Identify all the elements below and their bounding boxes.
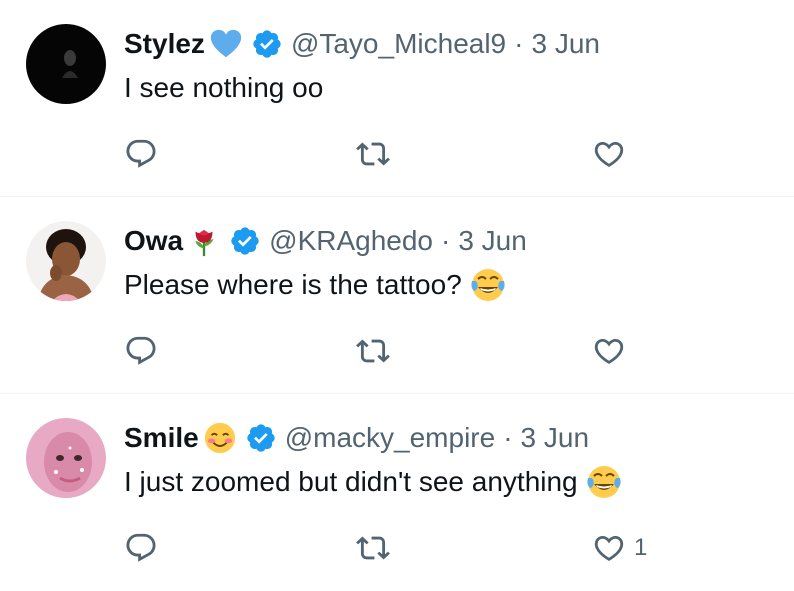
user-handle[interactable]: @KRAghedo [269,221,433,261]
reply-feed: Stylez @Tayo_Micheal9 · 3 Jun I see noth… [0,0,794,591]
user-handle[interactable]: @Tayo_Micheal9 [291,24,506,64]
reply-icon [126,533,156,562]
retweet-button[interactable] [356,134,390,174]
reply-button[interactable] [124,134,158,174]
tweet-header: Stylez @Tayo_Micheal9 · 3 Jun [124,24,600,64]
tweet-text-content: I see nothing oo [124,72,324,103]
tweet-actions [124,331,644,371]
heart-icon [594,338,624,364]
tweet[interactable]: Owa @KRAghedo · 3 Jun Please where is th… [0,197,794,394]
tweet-header: Owa @KRAghedo · 3 Jun [124,221,527,261]
separator-dot: · [503,422,513,453]
tweet[interactable]: Smile @macky_empire · 3 Jun I just zoome… [0,394,794,591]
tweet-text-content: Please where is the tattoo? [124,269,462,300]
rose-icon [187,224,221,258]
retweet-icon [356,339,390,363]
avatar[interactable] [26,24,106,104]
tweet-actions [124,134,644,174]
like-button[interactable] [592,331,634,371]
verified-badge-icon[interactable] [251,28,283,60]
tweet[interactable]: Stylez @Tayo_Micheal9 · 3 Jun I see noth… [0,0,794,197]
tweet-text: I just zoomed but didn't see anything [124,462,622,502]
tweet-header: Smile @macky_empire · 3 Jun [124,418,589,458]
reply-button[interactable] [124,331,158,371]
timestamp[interactable]: 3 Jun [531,24,600,64]
avatar[interactable] [26,418,106,498]
smiling-face-icon [203,421,237,455]
tweet-text: I see nothing oo [124,68,323,108]
avatar-image [26,24,106,104]
separator-dot: · [514,28,524,59]
separator-dot: · [441,225,451,256]
display-name[interactable]: Smile [124,418,199,458]
reply-icon [126,139,156,168]
reply-button[interactable] [124,528,158,568]
retweet-icon [356,536,390,560]
display-name[interactable]: Stylez [124,24,205,64]
verified-badge-icon[interactable] [245,422,277,454]
tweet-text-content: I just zoomed but didn't see anything [124,466,578,497]
tweet-text: Please where is the tattoo? [124,265,506,305]
timestamp[interactable]: 3 Jun [458,221,527,261]
reply-icon [126,336,156,365]
retweet-button[interactable] [356,528,390,568]
display-name[interactable]: Owa [124,221,183,261]
retweet-button[interactable] [356,331,390,371]
user-handle[interactable]: @macky_empire [285,418,495,458]
like-button[interactable] [592,134,634,174]
tweet-actions: 1 [124,528,647,568]
avatar[interactable] [26,221,106,301]
verified-badge-icon[interactable] [229,225,261,257]
tears-of-joy-icon [470,267,506,303]
blue-heart-icon [209,27,243,61]
avatar-image [26,221,106,301]
like-button[interactable]: 1 [592,528,647,568]
timestamp[interactable]: 3 Jun [521,418,590,458]
tears-of-joy-icon [586,464,622,500]
heart-icon [594,535,624,561]
retweet-icon [356,142,390,166]
like-count: 1 [634,534,648,561]
avatar-image [26,418,106,498]
heart-icon [594,141,624,167]
